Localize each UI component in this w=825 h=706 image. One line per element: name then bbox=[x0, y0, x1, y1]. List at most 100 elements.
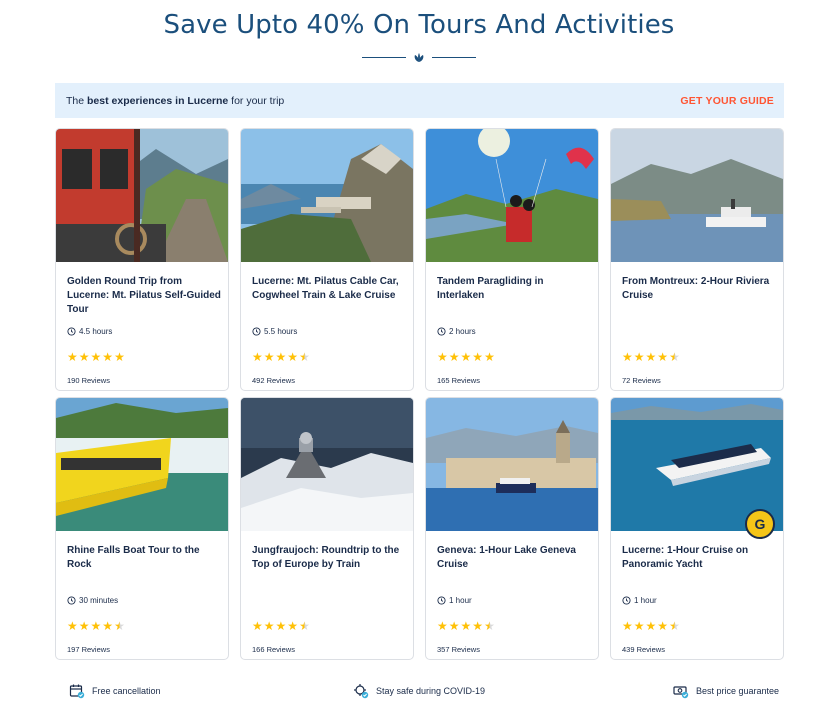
tour-reviews: 190 Reviews bbox=[67, 376, 110, 385]
divider-line-left bbox=[362, 57, 406, 58]
star-full-icon: ★ bbox=[633, 619, 645, 633]
banner-text: The best experiences in Lucerne for your… bbox=[66, 95, 284, 107]
star-full-icon: ★ bbox=[622, 350, 633, 364]
tour-reviews: 492 Reviews bbox=[252, 376, 295, 385]
tour-title[interactable]: From Montreux: 2-Hour Riviera Cruise bbox=[622, 275, 776, 303]
star-half-icon: ★ bbox=[484, 619, 495, 633]
tour-title[interactable]: Lucerne: 1-Hour Cruise on Panoramic Yach… bbox=[622, 544, 776, 572]
tour-reviews: 166 Reviews bbox=[252, 645, 295, 654]
tour-duration: 2 hours bbox=[437, 327, 476, 336]
tour-card[interactable]: Geneva: 1-Hour Lake Geneva Cruise 1 hour… bbox=[425, 397, 599, 660]
mountain-summit-photo bbox=[241, 129, 413, 262]
star-full-icon: ★ bbox=[90, 350, 102, 364]
star-half-icon: ★ bbox=[669, 350, 680, 364]
tour-reviews: 439 Reviews bbox=[622, 645, 665, 654]
star-half-icon: ★ bbox=[669, 619, 680, 633]
tour-duration: 5.5 hours bbox=[252, 327, 297, 336]
star-full-icon: ★ bbox=[460, 619, 472, 633]
tour-duration-label: 30 minutes bbox=[79, 596, 119, 605]
sphinx-observatory-photo bbox=[241, 398, 413, 531]
calendar-check-icon bbox=[69, 684, 85, 699]
star-full-icon: ★ bbox=[67, 350, 78, 364]
tour-reviews: 72 Reviews bbox=[622, 376, 661, 385]
virus-shield-icon bbox=[354, 684, 369, 699]
get-your-guide-link[interactable]: GET YOUR GUIDE bbox=[680, 95, 774, 107]
tour-duration-label: 1 hour bbox=[449, 596, 472, 605]
star-full-icon: ★ bbox=[460, 350, 472, 364]
star-full-icon: ★ bbox=[657, 619, 669, 633]
clock-icon bbox=[437, 596, 446, 605]
tour-title[interactable]: Golden Round Trip from Lucerne: Mt. Pila… bbox=[67, 275, 221, 317]
tour-duration: 4.5 hours bbox=[67, 327, 112, 336]
page-title: Save Upto 40% On Tours And Activities bbox=[163, 10, 675, 40]
tour-title[interactable]: Tandem Paragliding in Interlaken bbox=[437, 275, 591, 303]
tour-title[interactable]: Rhine Falls Boat Tour to the Rock bbox=[67, 544, 221, 572]
star-full-icon: ★ bbox=[633, 350, 645, 364]
tour-duration-label: 4.5 hours bbox=[79, 327, 113, 336]
star-full-icon: ★ bbox=[645, 619, 657, 633]
star-full-icon: ★ bbox=[448, 350, 460, 364]
tour-reviews: 165 Reviews bbox=[437, 376, 480, 385]
getyourguide-badge-icon: G bbox=[745, 509, 775, 539]
tour-card[interactable]: From Montreux: 2-Hour Riviera Cruise ★ ★ ★… bbox=[610, 128, 784, 391]
tour-rating: ★ ★ ★ ★ ★ bbox=[67, 620, 125, 632]
star-full-icon: ★ bbox=[622, 619, 633, 633]
star-full-icon: ★ bbox=[252, 350, 263, 364]
paragliding-photo bbox=[426, 129, 598, 262]
tour-duration: 1 hour bbox=[622, 596, 657, 605]
star-full-icon: ★ bbox=[78, 350, 90, 364]
star-full-icon: ★ bbox=[102, 619, 114, 633]
tour-rating: ★ ★ ★ ★ ★ bbox=[67, 351, 125, 363]
star-full-icon: ★ bbox=[263, 350, 275, 364]
star-full-icon: ★ bbox=[90, 619, 102, 633]
footer-label-price: Best price guarantee bbox=[696, 686, 780, 696]
tour-rating: ★ ★ ★ ★ ★ bbox=[252, 351, 310, 363]
tour-rating: ★ ★ ★ ★ ★ bbox=[622, 351, 680, 363]
clock-icon bbox=[437, 327, 446, 336]
clock-icon bbox=[67, 596, 76, 605]
tour-rating: ★ ★ ★ ★ ★ bbox=[437, 351, 495, 363]
promo-banner: The best experiences in Lucerne for your… bbox=[55, 83, 784, 118]
clock-icon bbox=[252, 327, 261, 336]
divider-line-right bbox=[432, 57, 476, 58]
tour-card[interactable]: Rhine Falls Boat Tour to the Rock 30 min… bbox=[55, 397, 229, 660]
star-full-icon: ★ bbox=[114, 350, 125, 364]
tour-rating: ★ ★ ★ ★ ★ bbox=[437, 620, 495, 632]
star-full-icon: ★ bbox=[67, 619, 78, 633]
star-full-icon: ★ bbox=[78, 619, 90, 633]
banner-highlight: best experiences in Lucerne bbox=[87, 94, 229, 107]
tour-title[interactable]: Lucerne: Mt. Pilatus Cable Car, Cogwheel… bbox=[252, 275, 406, 303]
star-full-icon: ★ bbox=[437, 350, 448, 364]
money-check-icon bbox=[673, 686, 689, 699]
clock-icon bbox=[67, 327, 76, 336]
trust-footer: Free cancellation Stay safe during COVID… bbox=[55, 683, 785, 699]
tour-duration: 30 minutes bbox=[67, 596, 118, 605]
leaf-icon bbox=[414, 53, 424, 62]
tour-rating: ★ ★ ★ ★ ★ bbox=[622, 620, 680, 632]
banner-prefix: The bbox=[66, 94, 85, 107]
star-full-icon: ★ bbox=[448, 619, 460, 633]
tour-title[interactable]: Geneva: 1-Hour Lake Geneva Cruise bbox=[437, 544, 591, 572]
star-half-icon: ★ bbox=[114, 619, 125, 633]
tour-duration-label: 1 hour bbox=[634, 596, 657, 605]
tour-card[interactable]: Tandem Paragliding in Interlaken 2 hours… bbox=[425, 128, 599, 391]
tour-reviews: 357 Reviews bbox=[437, 645, 480, 654]
footer-item-cancellation: Free cancellation bbox=[69, 683, 161, 699]
rhine-falls-boat-photo bbox=[56, 398, 228, 531]
star-full-icon: ★ bbox=[472, 619, 484, 633]
star-full-icon: ★ bbox=[287, 619, 299, 633]
banner-suffix: for your trip bbox=[231, 94, 285, 107]
lake-steamer-photo bbox=[611, 129, 783, 262]
cogwheel-train-photo bbox=[56, 129, 228, 262]
tour-card[interactable]: Jungfraujoch: Roundtrip to the Top of Eu… bbox=[240, 397, 414, 660]
tour-reviews: 197 Reviews bbox=[67, 645, 110, 654]
star-full-icon: ★ bbox=[102, 350, 114, 364]
tour-title[interactable]: Jungfraujoch: Roundtrip to the Top of Eu… bbox=[252, 544, 406, 572]
tour-card[interactable]: Golden Round Trip from Lucerne: Mt. Pila… bbox=[55, 128, 229, 391]
star-half-icon: ★ bbox=[299, 350, 310, 364]
clock-icon bbox=[622, 596, 631, 605]
tour-card[interactable]: G Lucerne: 1-Hour Cruise on Panoramic Ya… bbox=[610, 397, 784, 660]
footer-label-covid: Stay safe during COVID-19 bbox=[376, 686, 486, 696]
title-divider bbox=[362, 50, 476, 64]
tour-card[interactable]: Lucerne: Mt. Pilatus Cable Car, Cogwheel… bbox=[240, 128, 414, 391]
